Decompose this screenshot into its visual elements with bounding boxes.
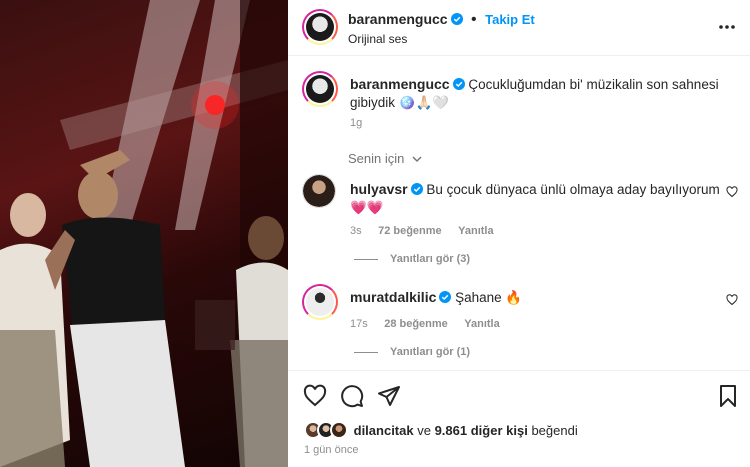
view-replies-button[interactable]: Yanıtları gör (1)	[354, 346, 470, 358]
post-timestamp[interactable]: 1 gün önce	[304, 444, 358, 456]
post-side-panel: baranmengucc • Takip Et Orijinal ses bar…	[288, 0, 750, 467]
author-avatar[interactable]	[302, 9, 338, 45]
comment-filter-label: Senin için	[348, 151, 405, 166]
comment-age: 3s	[350, 225, 362, 237]
liker-username[interactable]: dilancitak	[354, 423, 414, 438]
author-username[interactable]: baranmengucc	[348, 11, 448, 27]
post-header: baranmengucc • Takip Et Orijinal ses	[288, 0, 750, 56]
caption: baranmengucc Çocukluğumdan bi' müzikalin…	[350, 75, 730, 112]
post-media[interactable]	[0, 0, 288, 467]
comment-like-heart-icon[interactable]	[726, 186, 738, 198]
liker-avatars	[304, 421, 350, 439]
comment-likes[interactable]: 28 beğenme	[384, 318, 448, 330]
dot-separator: •	[471, 11, 477, 28]
concert-photo	[0, 0, 288, 467]
comment-text: Şahane 🔥	[455, 290, 523, 305]
likes-count[interactable]: 9.861 diğer kişi	[435, 423, 528, 438]
caption-username[interactable]: baranmengucc	[350, 76, 450, 92]
comment-filter-dropdown[interactable]: Senin için	[348, 151, 422, 166]
reply-button[interactable]: Yanıtla	[464, 318, 499, 330]
likes-connector: ve	[417, 423, 431, 438]
divider-line	[354, 351, 378, 353]
save-bookmark-icon[interactable]	[716, 384, 740, 408]
likes-suffix: beğendi	[531, 423, 578, 438]
caption-age: 1g	[350, 117, 363, 129]
action-bar	[288, 370, 750, 420]
verified-badge-icon	[450, 13, 463, 25]
comment-username[interactable]: hulyavsr	[350, 181, 408, 197]
view-replies-label: Yanıtları gör (3)	[390, 253, 471, 265]
comment-age: 17s	[350, 318, 368, 330]
comment-bubble-icon[interactable]	[340, 384, 364, 408]
likes-summary: dilancitak ve 9.861 diğer kişi beğendi	[304, 421, 578, 439]
comment-likes[interactable]: 72 beğenme	[378, 225, 442, 237]
follow-button[interactable]: Takip Et	[485, 12, 535, 27]
comment-body: muratdalkilic Şahane 🔥	[350, 288, 720, 307]
view-replies-button[interactable]: Yanıtları gör (3)	[354, 253, 470, 265]
comment-meta: 17s 28 beğenme Yanıtla	[350, 314, 500, 332]
comment-body: hulyavsr Bu çocuk dünyaca ünlü olmaya ad…	[350, 180, 720, 217]
audio-label[interactable]: Orijinal ses	[348, 32, 407, 46]
avatar	[330, 421, 348, 439]
commenter-avatar[interactable]	[302, 174, 336, 208]
verified-badge-icon	[439, 291, 452, 303]
caption-avatar[interactable]	[302, 71, 338, 107]
verified-badge-icon	[410, 183, 423, 195]
more-options-icon[interactable]	[718, 24, 736, 30]
commenter-avatar[interactable]	[302, 284, 338, 320]
comment-username[interactable]: muratdalkilic	[350, 289, 436, 305]
divider-line	[354, 258, 378, 260]
reply-button[interactable]: Yanıtla	[458, 225, 493, 237]
like-heart-icon[interactable]	[303, 384, 327, 408]
comment-meta: 3s 72 beğenme Yanıtla	[350, 221, 494, 239]
comment-like-heart-icon[interactable]	[726, 294, 738, 306]
chevron-down-icon	[412, 156, 422, 162]
share-paper-plane-icon[interactable]	[377, 384, 401, 408]
view-replies-label: Yanıtları gör (1)	[390, 346, 471, 358]
header-title-row: baranmengucc • Takip Et	[348, 11, 535, 29]
verified-badge-icon	[452, 78, 465, 90]
